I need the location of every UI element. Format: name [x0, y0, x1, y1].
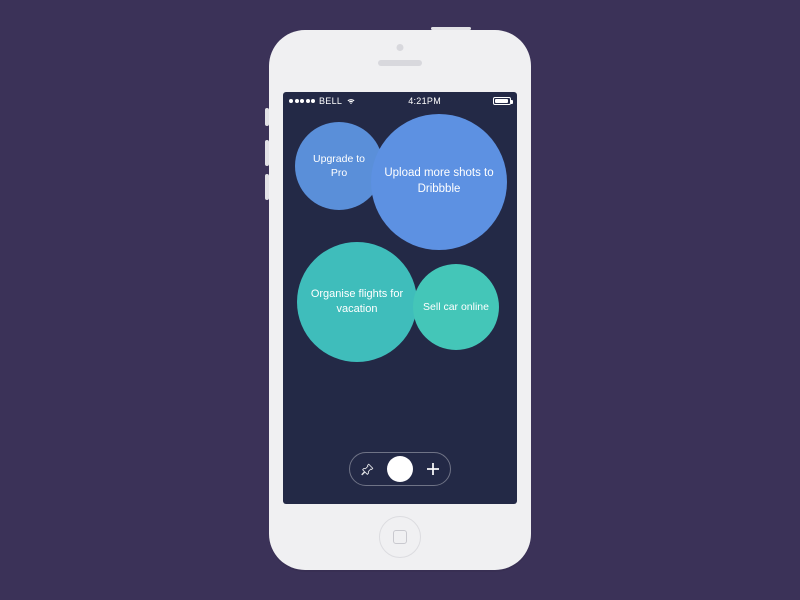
bubble-label: Upload more shots to Dribbble [381, 166, 497, 197]
bubble-canvas: Upgrade to Pro Upload more shots to Drib… [283, 92, 517, 504]
pin-button[interactable] [359, 461, 375, 477]
home-button[interactable] [379, 516, 421, 558]
task-bubble-flights[interactable]: Organise flights for vacation [297, 242, 417, 362]
home-icon [393, 530, 407, 544]
plus-icon [427, 463, 439, 475]
task-bubble-upgrade[interactable]: Upgrade to Pro [295, 122, 383, 210]
pin-icon [361, 463, 374, 476]
task-bubble-sell[interactable]: Sell car online [413, 264, 499, 350]
record-button[interactable] [387, 456, 413, 482]
front-camera [397, 44, 404, 51]
task-bubble-upload[interactable]: Upload more shots to Dribbble [371, 114, 507, 250]
bubble-label: Upgrade to Pro [305, 152, 373, 180]
bubble-label: Sell car online [423, 300, 489, 314]
volume-down [265, 174, 269, 200]
phone-frame: BELL 4:21PM Upgrade to Pro Upload more s… [269, 30, 531, 570]
volume-up [265, 140, 269, 166]
screen: BELL 4:21PM Upgrade to Pro Upload more s… [283, 92, 517, 504]
add-button[interactable] [425, 461, 441, 477]
power-button [431, 27, 471, 30]
mute-switch [265, 108, 269, 126]
speaker-grille [378, 60, 422, 66]
bottom-toolbar [349, 452, 451, 486]
bubble-label: Organise flights for vacation [307, 287, 407, 317]
